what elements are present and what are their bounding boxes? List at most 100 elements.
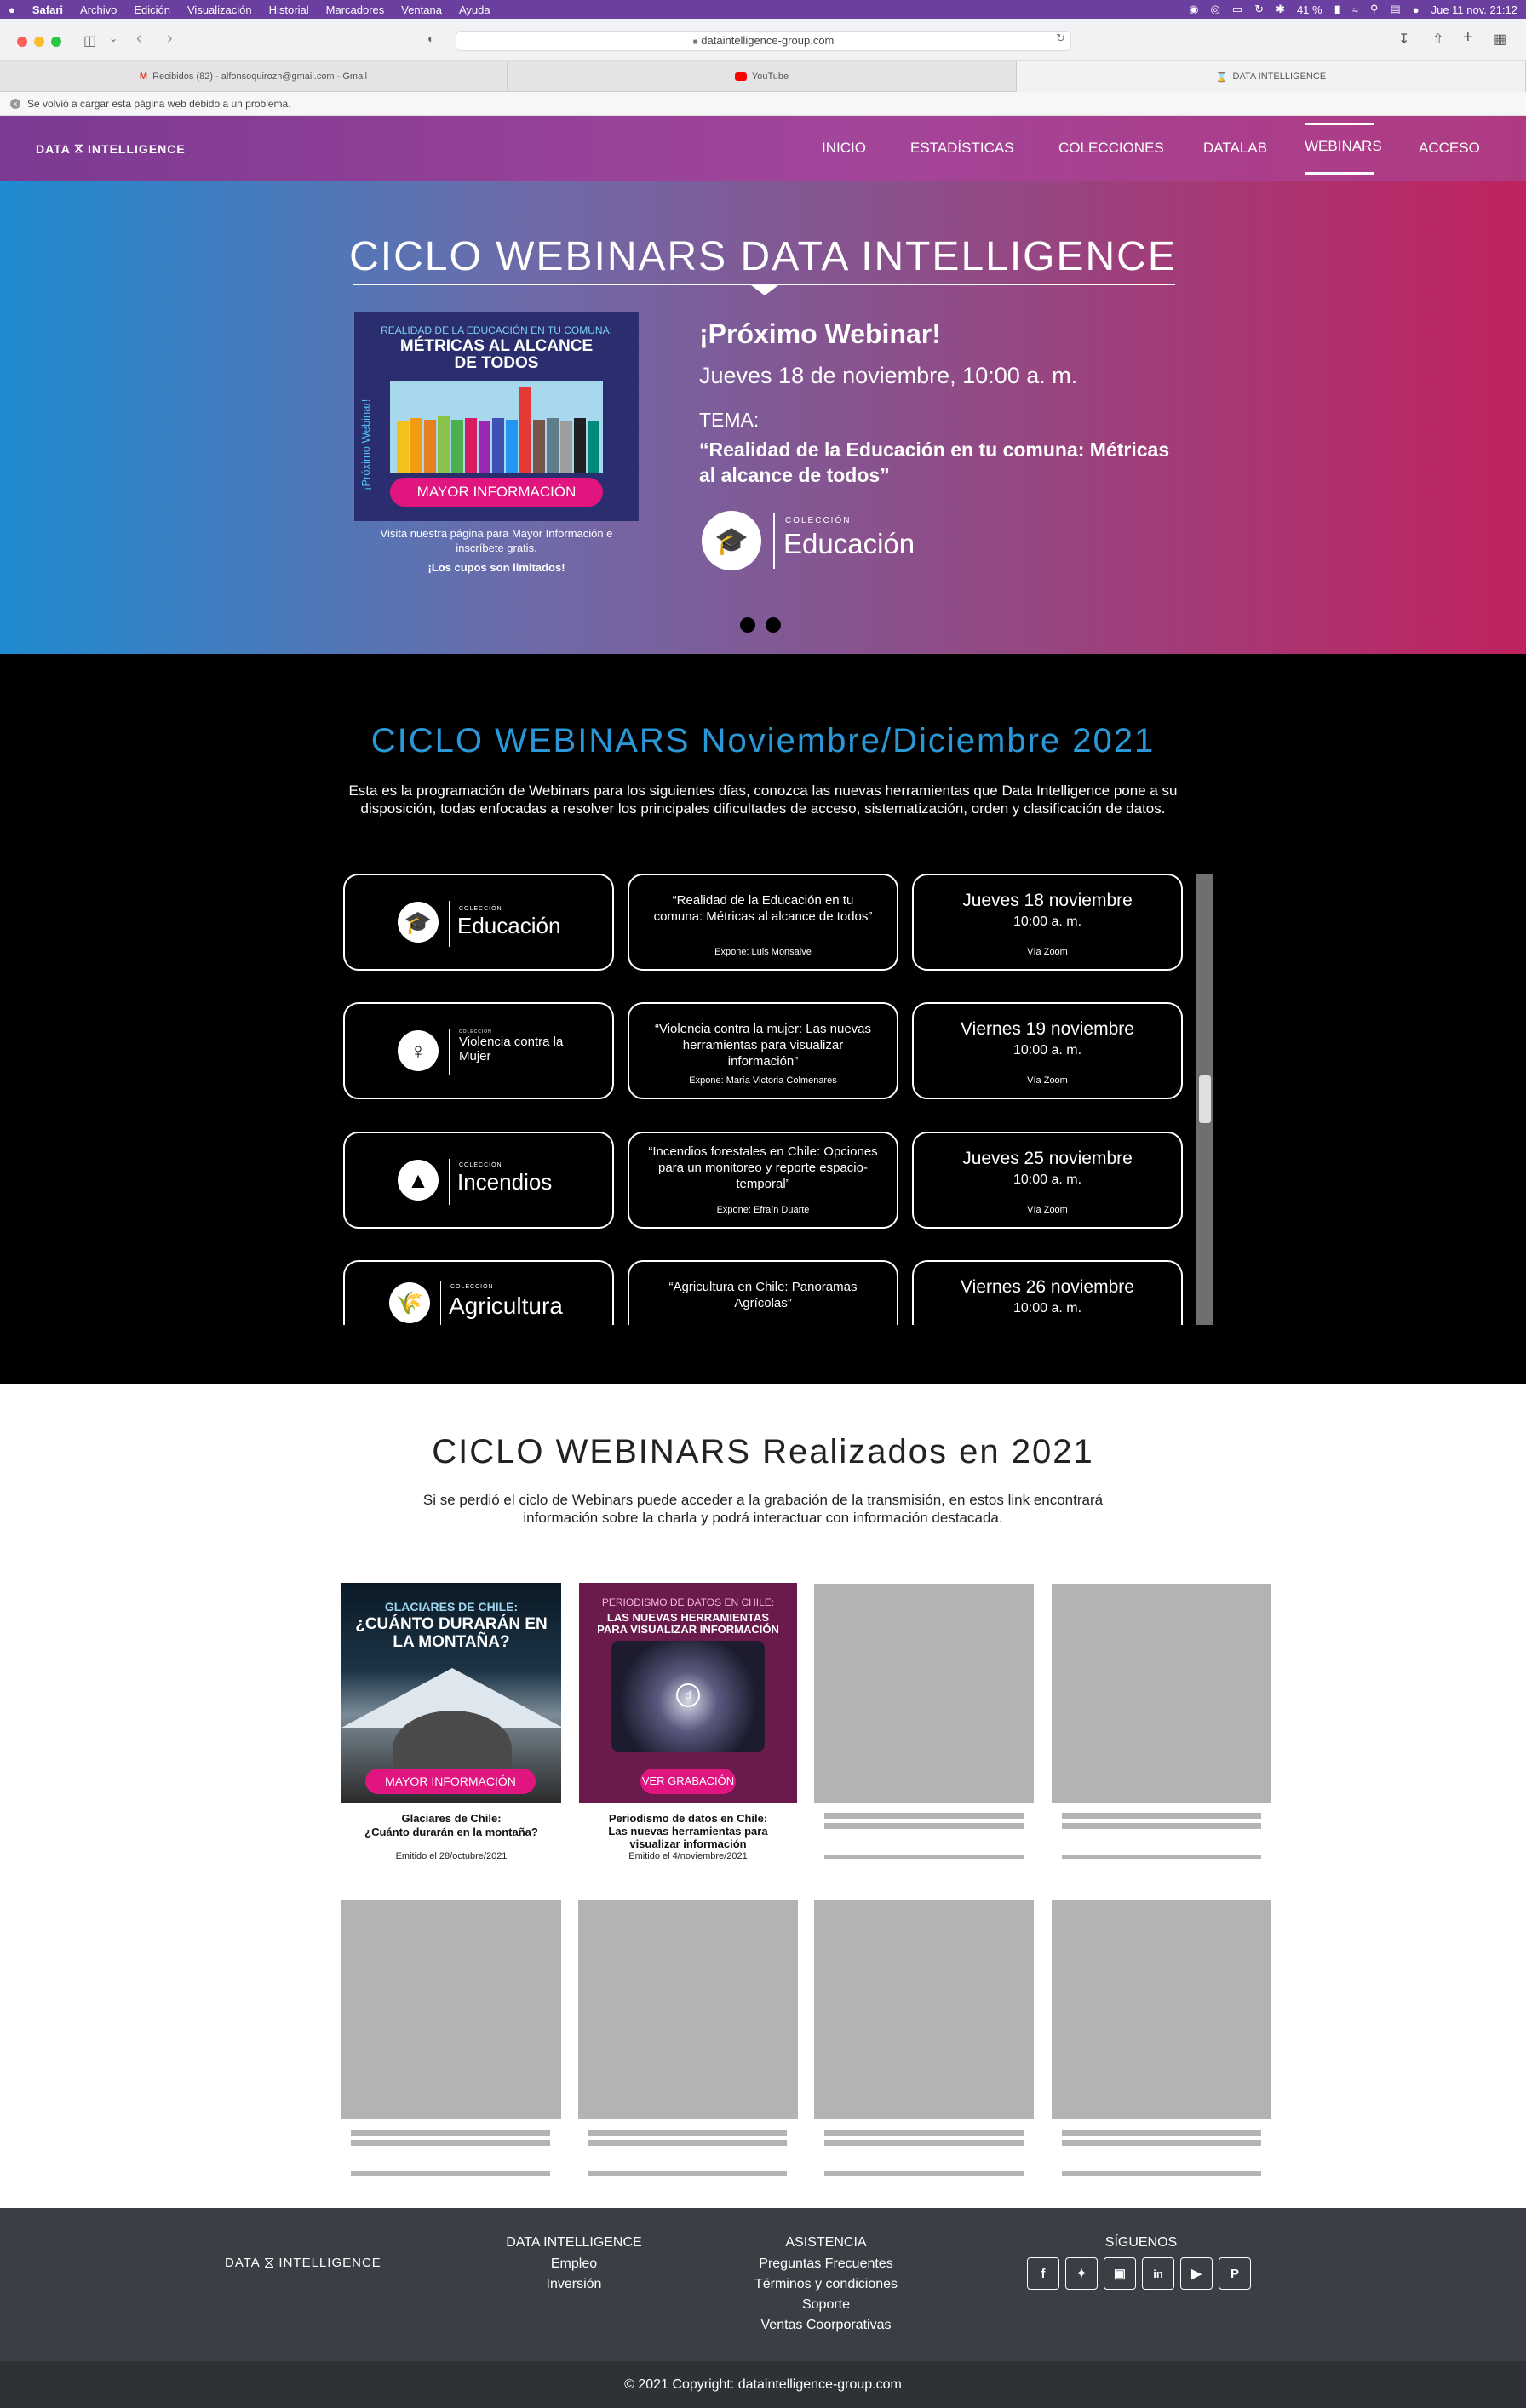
siri-icon[interactable]: ●	[1413, 3, 1420, 16]
placeholder-line	[824, 1813, 1024, 1819]
more-info-button[interactable]: MAYOR INFORMACIÓN	[365, 1769, 536, 1794]
upcoming-schedule-list[interactable]: 🎓 COLECCIÓN Educación “Realidad de la Ed…	[341, 874, 1201, 1325]
past-intro: Si se perdió el ciclo de Webinars puede …	[0, 1491, 1526, 1527]
menu-archivo[interactable]: Archivo	[80, 3, 117, 16]
app-menu[interactable]: Safari	[32, 3, 63, 16]
scrollbar-thumb[interactable]	[1199, 1075, 1211, 1123]
privacy-shield-icon[interactable]: ◐	[427, 32, 434, 45]
gmail-icon: M	[139, 72, 148, 82]
footer-col-links: Preguntas Frecuentes Términos y condicio…	[741, 2254, 911, 2336]
menu-ventana[interactable]: Ventana	[401, 3, 442, 16]
thumb-kicker: GLACIARES DE CHILE:	[384, 1600, 519, 1614]
apple-icon[interactable]: ●	[9, 3, 15, 16]
logo-text-right: INTELLIGENCE	[88, 142, 186, 156]
site-logo[interactable]: DATA ⧖ INTELLIGENCE	[36, 141, 186, 157]
thumb-kicker: PERIODISMO DE DATOS EN CHILE:	[601, 1597, 775, 1608]
tema-line: al alcance de todos”	[699, 464, 890, 486]
next-webinar-poster[interactable]: REALIDAD DE LA EDUCACIÓN EN TU COMUNA: M…	[354, 312, 639, 521]
footer-link-sales[interactable]: Ventas Coorporativas	[741, 2315, 911, 2336]
via-text: Vía Zoom	[1027, 1205, 1068, 1215]
control-center-icon[interactable]: ▤	[1390, 3, 1400, 16]
footer-link-empleo[interactable]: Empleo	[489, 2254, 659, 2274]
battery-percent[interactable]: 41 %	[1297, 3, 1322, 16]
past-webinars-section: CICLO WEBINARS Realizados en 2021 Si se …	[0, 1384, 1526, 2208]
footer-logo[interactable]: DATA ⧖ INTELLIGENCE	[225, 2254, 382, 2272]
close-icon[interactable]: ×	[10, 98, 20, 109]
spotlight-icon[interactable]: ⚲	[1370, 3, 1379, 16]
female-symbol-icon: ♀	[398, 1030, 439, 1071]
wifi-icon[interactable]: ≈	[1352, 3, 1358, 16]
sidebar-toggle-icon[interactable]: ◫	[83, 32, 96, 49]
reload-icon[interactable]: ↻	[1056, 32, 1065, 45]
chevron-down-icon[interactable]: ⌄	[109, 32, 118, 44]
date-card[interactable]: Jueves 25 noviembre 10:00 a. m. Vía Zoom	[912, 1132, 1183, 1229]
display-icon[interactable]: ▭	[1232, 3, 1242, 16]
zoom-window-button[interactable]	[51, 37, 61, 47]
menu-ayuda[interactable]: Ayuda	[459, 3, 490, 16]
new-tab-icon[interactable]: +	[1463, 28, 1473, 48]
topic-card[interactable]: “Agricultura en Chile: Panoramas Agrícol…	[628, 1260, 898, 1325]
menu-edicion[interactable]: Edición	[134, 3, 170, 16]
collection-divider	[449, 1159, 450, 1205]
nav-estadisticas[interactable]: ESTADÍSTICAS	[910, 140, 1014, 157]
footer-link-faq[interactable]: Preguntas Frecuentes	[741, 2254, 911, 2274]
url-bar[interactable]: ■ dataintelligence-group.com	[456, 31, 1071, 51]
time-machine-icon[interactable]: ↻	[1254, 3, 1264, 16]
pinterest-icon[interactable]: P	[1219, 2257, 1251, 2290]
date-card[interactable]: Viernes 26 noviembre 10:00 a. m.	[912, 1260, 1183, 1325]
tab-overview-icon[interactable]: ▦	[1494, 31, 1506, 48]
collection-card[interactable]: ♀ COLECCIÓN Violencia contra la Mujer	[343, 1002, 614, 1099]
nav-colecciones[interactable]: COLECCIONES	[1058, 140, 1164, 157]
topic-card[interactable]: “Realidad de la Educación en tu comuna: …	[628, 874, 898, 971]
facebook-icon[interactable]: f	[1027, 2257, 1059, 2290]
status-icon[interactable]: ◉	[1189, 3, 1198, 16]
status-icon[interactable]: ◎	[1210, 3, 1219, 16]
battery-icon[interactable]: ▮	[1334, 3, 1340, 16]
nav-active-bar-top	[1305, 123, 1374, 125]
linkedin-icon[interactable]: in	[1142, 2257, 1174, 2290]
nav-datalab[interactable]: DATALAB	[1203, 140, 1267, 157]
youtube-icon[interactable]: ▶	[1180, 2257, 1213, 2290]
back-icon[interactable]: ‹	[136, 29, 142, 49]
collection-name: Violencia contra la Mujer	[459, 1035, 564, 1064]
downloads-icon[interactable]: ↧	[1398, 31, 1409, 48]
share-icon[interactable]: ⇧	[1432, 31, 1443, 48]
collection-card[interactable]: 🌾 COLECCIÓN Agricultura	[343, 1260, 614, 1325]
close-window-button[interactable]	[17, 37, 27, 47]
tab-gmail[interactable]: M Recibidos (82) - alfonsoquirozh@gmail.…	[0, 61, 508, 92]
menu-visualizacion[interactable]: Visualización	[187, 3, 252, 16]
carousel-dot[interactable]	[766, 617, 781, 633]
thumb-title: ¿CUÁNTO DURARÁN EN LA MONTAÑA?	[341, 1615, 561, 1651]
minimize-window-button[interactable]	[34, 37, 44, 47]
webinar-thumbnail[interactable]: PERIODISMO DE DATOS EN CHILE: LAS NUEVAS…	[579, 1583, 797, 1803]
forward-icon[interactable]: ›	[167, 29, 173, 49]
instagram-icon[interactable]: ▣	[1104, 2257, 1136, 2290]
tab-youtube[interactable]: YouTube	[508, 61, 1017, 92]
menu-marcadores[interactable]: Marcadores	[326, 3, 385, 16]
menubar-clock[interactable]: Jue 11 nov. 21:12	[1431, 3, 1517, 16]
watch-recording-button[interactable]: VER GRABACIÓN	[640, 1769, 736, 1794]
footer-link-terms[interactable]: Términos y condiciones	[741, 2274, 911, 2295]
schedule-scrollbar[interactable]	[1196, 874, 1213, 1325]
topic-card[interactable]: “Violencia contra la mujer: Las nuevas h…	[628, 1002, 898, 1099]
date-card[interactable]: Jueves 18 noviembre 10:00 a. m. Vía Zoom	[912, 874, 1183, 971]
tab-data-intelligence[interactable]: ⌛ DATA INTELLIGENCE	[1017, 61, 1526, 92]
poster-more-info-button[interactable]: MAYOR INFORMACIÓN	[390, 478, 603, 507]
footer-link-inversion[interactable]: Inversión	[489, 2274, 659, 2295]
date-card[interactable]: Viernes 19 noviembre 10:00 a. m. Vía Zoo…	[912, 1002, 1183, 1099]
footer-link-support[interactable]: Soporte	[741, 2295, 911, 2315]
nav-acceso[interactable]: ACCESO	[1419, 140, 1480, 157]
site-header: DATA ⧖ INTELLIGENCE INICIO ESTADÍSTICAS …	[0, 116, 1526, 181]
placeholder-thumbnail	[341, 1900, 561, 2119]
nav-webinars[interactable]: WEBINARS	[1305, 138, 1382, 155]
placeholder-line	[1062, 2140, 1261, 2146]
nav-inicio[interactable]: INICIO	[822, 140, 866, 157]
menu-historial[interactable]: Historial	[269, 3, 309, 16]
bluetooth-icon[interactable]: ✱	[1276, 3, 1285, 16]
collection-card[interactable]: ▲ COLECCIÓN Incendios	[343, 1132, 614, 1229]
topic-card[interactable]: “Incendios forestales en Chile: Opciones…	[628, 1132, 898, 1229]
collection-card[interactable]: 🎓 COLECCIÓN Educación	[343, 874, 614, 971]
twitter-icon[interactable]: ✦	[1065, 2257, 1098, 2290]
carousel-dot-active[interactable]	[740, 617, 755, 633]
webinar-thumbnail[interactable]: GLACIARES DE CHILE: ¿CUÁNTO DURARÁN EN L…	[341, 1583, 561, 1803]
